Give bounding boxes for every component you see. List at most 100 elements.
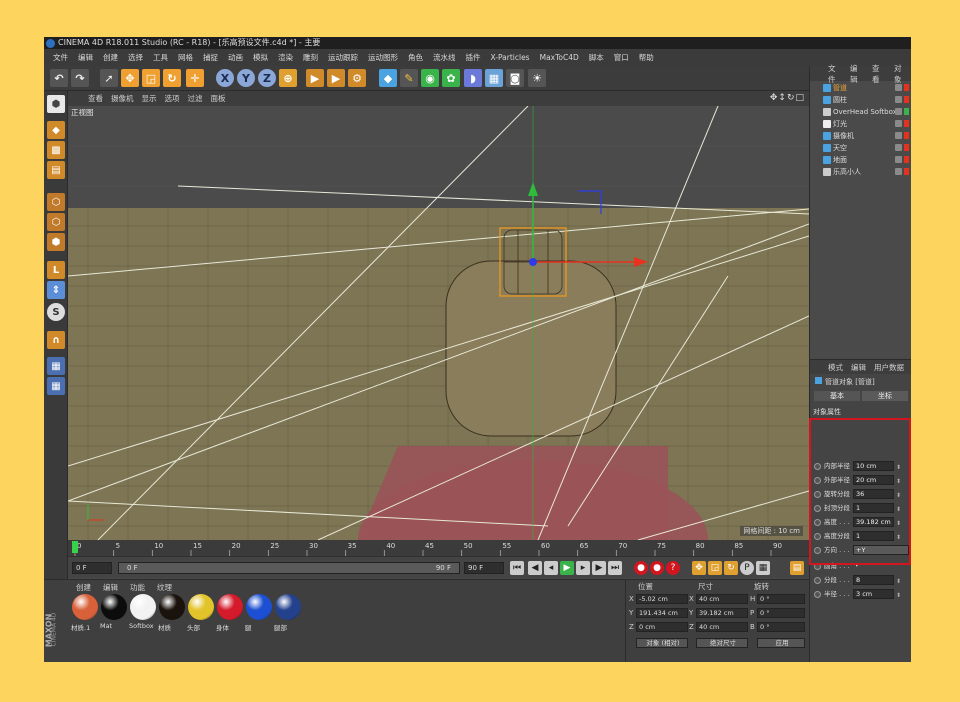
- subdivision-icon[interactable]: ◉: [421, 69, 439, 87]
- menu-render[interactable]: 渲染: [273, 52, 298, 63]
- menu-snap[interactable]: 捕捉: [198, 52, 223, 63]
- menu-edit[interactable]: 编辑: [73, 52, 98, 63]
- menu-x-particles[interactable]: X-Particles: [486, 53, 535, 62]
- array-icon[interactable]: ✿: [442, 69, 460, 87]
- spinner-arrows-icon[interactable]: ⬍: [896, 590, 901, 601]
- viewport-menu-view[interactable]: 查看: [84, 93, 107, 104]
- apply-button[interactable]: 应用: [757, 638, 805, 648]
- next-frame-icon[interactable]: ▸: [576, 561, 590, 575]
- visibility-toggle-icon[interactable]: [895, 108, 902, 115]
- layer-tag-icon[interactable]: [904, 108, 909, 115]
- rot-h-field[interactable]: 0 °: [757, 594, 805, 604]
- menu-select[interactable]: 选择: [123, 52, 148, 63]
- menu-help[interactable]: 帮助: [634, 52, 659, 63]
- redo-icon[interactable]: ↷: [71, 69, 89, 87]
- workplane-mode-icon[interactable]: ▤: [47, 161, 65, 179]
- key-parameter-icon[interactable]: P: [740, 561, 754, 575]
- frame-range-slider[interactable]: 0 F 90 F: [118, 562, 460, 574]
- make-editable-icon[interactable]: ⬢: [47, 95, 65, 113]
- pos-x-field[interactable]: -5.02 cm: [636, 594, 688, 604]
- move-icon[interactable]: ✥: [121, 69, 139, 87]
- menu-plugins[interactable]: 插件: [461, 52, 486, 63]
- x-axis-icon[interactable]: X: [216, 69, 234, 87]
- y-axis-icon[interactable]: Y: [237, 69, 255, 87]
- material-menu-function[interactable]: 功能: [124, 582, 151, 593]
- timeline-window-icon[interactable]: ▤: [790, 561, 804, 575]
- tab-coordinates[interactable]: 坐标: [862, 391, 908, 401]
- rot-b-field[interactable]: 0 °: [757, 622, 805, 632]
- snap-icon[interactable]: S: [47, 303, 65, 321]
- pos-y-field[interactable]: 191.434 cm: [636, 608, 688, 618]
- render-picture-viewer-icon[interactable]: ▶: [327, 69, 345, 87]
- size-z-field[interactable]: 40 cm: [696, 622, 748, 632]
- viewport-scene[interactable]: [68, 106, 809, 540]
- next-key-icon[interactable]: ▶: [592, 561, 606, 575]
- object-row[interactable]: 管道: [810, 82, 911, 94]
- menu-motion-tracking[interactable]: 运动跟踪: [323, 52, 363, 63]
- menu-sculpt[interactable]: 雕刻: [298, 52, 323, 63]
- rotate-icon[interactable]: ↻: [163, 69, 181, 87]
- size-x-field[interactable]: 40 cm: [696, 594, 748, 604]
- viewport-front[interactable]: 正视图 网格间距 : 10 cm: [68, 106, 809, 540]
- object-row[interactable]: 灯光: [810, 118, 911, 130]
- points-mode-icon[interactable]: ⬡: [47, 193, 65, 211]
- viewport-menu-panel[interactable]: 面板: [207, 93, 230, 104]
- menu-mograph[interactable]: 运动图形: [363, 52, 403, 63]
- autokey-icon[interactable]: ●: [650, 561, 664, 575]
- attribute-menu-edit[interactable]: 编辑: [847, 362, 870, 373]
- layer-tag-icon[interactable]: [904, 120, 909, 127]
- viewport-menu-display[interactable]: 显示: [138, 93, 161, 104]
- magnet-icon[interactable]: ∩: [47, 331, 65, 349]
- layer-tag-icon[interactable]: [904, 96, 909, 103]
- visibility-toggle-icon[interactable]: [895, 120, 902, 127]
- texture-mode-icon[interactable]: ▩: [47, 141, 65, 159]
- attribute-menu-mode[interactable]: 模式: [824, 362, 847, 373]
- timeline-ruler[interactable]: 0 5 10 15 20 25 30 35 40 45 50 55 60 65 70 75 80 85 90: [68, 540, 809, 556]
- material-swatch[interactable]: [159, 594, 185, 620]
- visibility-toggle-icon[interactable]: [895, 168, 902, 175]
- previous-frame-icon[interactable]: ◂: [544, 561, 558, 575]
- material-swatch[interactable]: [217, 594, 243, 620]
- viewport-menu-cameras[interactable]: 摄像机: [107, 93, 138, 104]
- material-swatch[interactable]: [246, 594, 272, 620]
- menu-create[interactable]: 创建: [98, 52, 123, 63]
- edges-mode-icon[interactable]: ⬡: [47, 213, 65, 231]
- menu-script[interactable]: 脚本: [584, 52, 609, 63]
- size-mode-select[interactable]: 绝对尺寸: [696, 638, 748, 648]
- pen-icon[interactable]: ✎: [400, 69, 418, 87]
- camera-icon[interactable]: ◙: [506, 69, 524, 87]
- object-row[interactable]: OverHead Softbox: [810, 106, 911, 118]
- axis-mode-icon[interactable]: L: [47, 261, 65, 279]
- material-menu-create[interactable]: 创建: [70, 582, 97, 593]
- timeline-svg[interactable]: 0 5 10 15 20 25 30 35 40 45 50 55 60 65 70 75 80 85 90: [68, 540, 809, 556]
- menu-file[interactable]: 文件: [48, 52, 73, 63]
- light-icon[interactable]: ☀: [528, 69, 546, 87]
- layer-tag-icon[interactable]: [904, 84, 909, 91]
- visibility-toggle-icon[interactable]: [895, 144, 902, 151]
- key-scale-icon[interactable]: ◲: [708, 561, 722, 575]
- object-row[interactable]: 乐高小人: [810, 166, 911, 178]
- material-swatch[interactable]: [275, 594, 301, 620]
- cube-icon[interactable]: ◆: [379, 69, 397, 87]
- coordinate-mode-select[interactable]: 对象 (相对): [636, 638, 688, 648]
- attribute-value-field[interactable]: 3 cm: [853, 589, 894, 599]
- record-icon[interactable]: ●: [634, 561, 648, 575]
- animate-dot-icon[interactable]: [814, 577, 821, 584]
- object-row[interactable]: 天空: [810, 142, 911, 154]
- play-icon[interactable]: ▶: [560, 561, 574, 575]
- polygons-mode-icon[interactable]: ⬢: [47, 233, 65, 251]
- live-select-icon[interactable]: ➚: [100, 69, 118, 87]
- menu-window[interactable]: 窗口: [609, 52, 634, 63]
- previous-key-icon[interactable]: ◀: [528, 561, 542, 575]
- key-position-icon[interactable]: ✥: [692, 561, 706, 575]
- material-swatch[interactable]: [130, 594, 156, 620]
- grid-icon[interactable]: ▦: [47, 377, 65, 395]
- current-frame-field[interactable]: 0 F: [72, 562, 112, 574]
- viewport-menu-options[interactable]: 选项: [161, 93, 184, 104]
- tweak-mode-icon[interactable]: ⇕: [47, 281, 65, 299]
- rot-p-field[interactable]: 0 °: [757, 608, 805, 618]
- layer-tag-icon[interactable]: [904, 132, 909, 139]
- keyframe-selection-icon[interactable]: ?: [666, 561, 680, 575]
- floor-icon[interactable]: ▦: [485, 69, 503, 87]
- material-swatch[interactable]: [72, 594, 98, 620]
